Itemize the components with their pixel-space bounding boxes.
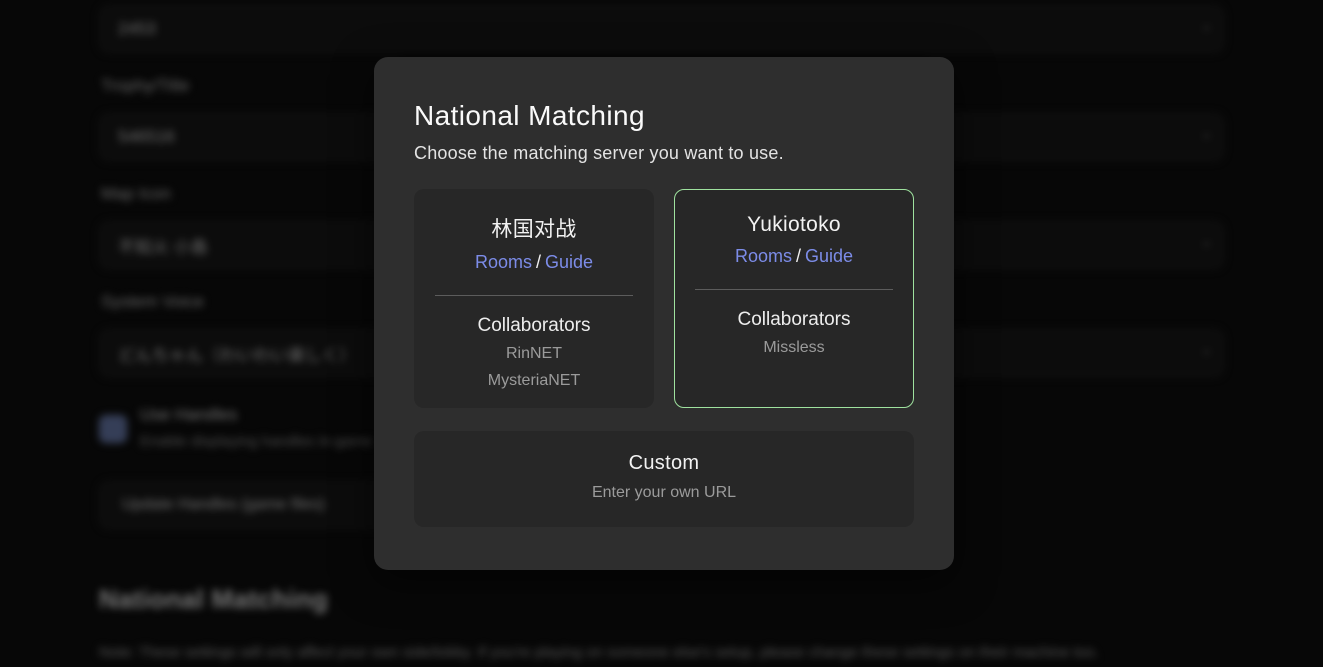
collaborators-title: Collaborators	[675, 309, 913, 331]
server-options-row: 林国对战 Rooms/Guide Collaborators RinNET My…	[414, 189, 914, 408]
server-name: 林国对战	[415, 213, 653, 243]
collaborator-name: RinNET	[415, 344, 653, 364]
server-card-custom[interactable]: Custom Enter your own URL	[414, 431, 914, 527]
divider	[695, 289, 893, 290]
rooms-link[interactable]: Rooms	[735, 246, 792, 266]
server-name: Yukiotoko	[675, 213, 913, 237]
guide-link[interactable]: Guide	[805, 246, 853, 266]
link-separator: /	[532, 252, 545, 272]
modal-title: National Matching	[414, 100, 914, 132]
server-card-yukiotoko[interactable]: Yukiotoko Rooms/Guide Collaborators Miss…	[674, 189, 914, 408]
server-links: Rooms/Guide	[675, 246, 913, 267]
server-card-linguoduizhan[interactable]: 林国对战 Rooms/Guide Collaborators RinNET My…	[414, 189, 654, 408]
collaborator-name: MysteriaNET	[415, 371, 653, 391]
modal-subtitle: Choose the matching server you want to u…	[414, 143, 914, 164]
link-separator: /	[792, 246, 805, 266]
divider	[435, 295, 633, 296]
national-matching-modal: National Matching Choose the matching se…	[374, 57, 954, 570]
collaborator-name: Missless	[675, 338, 913, 358]
collaborators-title: Collaborators	[415, 315, 653, 337]
custom-card-subtitle: Enter your own URL	[414, 484, 914, 502]
server-links: Rooms/Guide	[415, 252, 653, 273]
guide-link[interactable]: Guide	[545, 252, 593, 272]
custom-card-title: Custom	[414, 452, 914, 475]
rooms-link[interactable]: Rooms	[475, 252, 532, 272]
